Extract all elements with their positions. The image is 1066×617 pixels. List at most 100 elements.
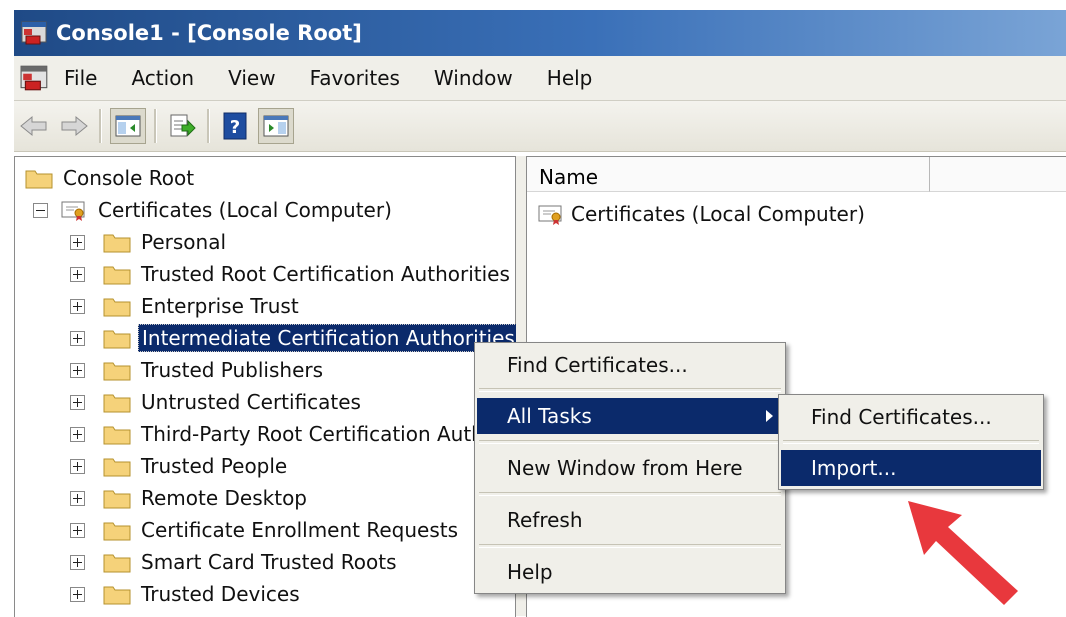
- list-item[interactable]: Certificates (Local Computer): [537, 199, 865, 229]
- tree-label: Trusted Devices: [141, 582, 300, 606]
- folder-icon: [25, 170, 53, 189]
- column-header-extra[interactable]: [930, 157, 1066, 192]
- tree-label: Console Root: [63, 166, 195, 190]
- tree-node-store[interactable]: Trusted Root Certification Authorities: [70, 259, 510, 289]
- folder-icon: [103, 234, 131, 253]
- expand-icon[interactable]: [70, 330, 85, 346]
- folder-icon: [103, 522, 131, 541]
- certificate-snapin-icon: [538, 205, 562, 225]
- back-button[interactable]: [17, 109, 51, 143]
- show-hide-tree-button[interactable]: [110, 108, 146, 144]
- mmc-window: Console1 - [Console Root] File Action Vi…: [0, 0, 1066, 617]
- submenu-arrow-icon: [766, 410, 773, 422]
- tree-label: Remote Desktop: [141, 486, 308, 510]
- tree-node-store[interactable]: Trusted Devices: [70, 579, 300, 609]
- tree-label: Untrusted Certificates: [141, 390, 361, 414]
- show-hide-tree-icon: [115, 115, 141, 137]
- folder-icon: [103, 362, 131, 381]
- folder-icon: [103, 490, 131, 509]
- export-list-button[interactable]: [165, 109, 199, 143]
- tree-node-store[interactable]: Trusted People: [70, 451, 287, 481]
- forward-button[interactable]: [57, 109, 91, 143]
- expand-icon[interactable]: [70, 586, 85, 602]
- show-action-pane-icon: [263, 115, 289, 137]
- expand-icon[interactable]: [70, 426, 85, 442]
- expand-icon[interactable]: [70, 266, 85, 282]
- submenu-item-import[interactable]: Import...: [781, 450, 1041, 486]
- folder-icon: [103, 586, 131, 605]
- tree-label: Certificates (Local Computer): [98, 198, 392, 222]
- red-arrow-icon: [908, 501, 1018, 605]
- expand-icon[interactable]: [70, 490, 85, 506]
- menu-separator: [479, 388, 781, 392]
- svg-text:?: ?: [230, 117, 240, 138]
- column-header-name[interactable]: Name: [527, 157, 930, 192]
- help-icon: ?: [223, 112, 247, 140]
- menu-item-label: All Tasks: [507, 404, 592, 428]
- folder-icon: [103, 426, 131, 445]
- column-header-row: Name: [527, 157, 1066, 193]
- menu-separator: [479, 440, 781, 444]
- tree-label: Intermediate Certification Authorities: [138, 324, 519, 352]
- tree-node-store[interactable]: Trusted Publishers: [70, 355, 323, 385]
- toolbar: ?: [14, 101, 1066, 152]
- tree-node-store-selected[interactable]: Intermediate Certification Authorities: [70, 323, 519, 353]
- tree-label: Trusted Publishers: [141, 358, 324, 382]
- menu-action[interactable]: Action: [114, 66, 211, 90]
- tree-node-store[interactable]: Enterprise Trust: [70, 291, 299, 321]
- mmc-menu-icon[interactable]: [18, 63, 52, 93]
- menu-separator: [479, 544, 781, 548]
- collapse-icon[interactable]: [33, 202, 48, 218]
- back-icon: [20, 115, 47, 137]
- menu-item-find-certificates[interactable]: Find Certificates...: [477, 347, 783, 383]
- expand-icon[interactable]: [70, 298, 85, 314]
- help-button[interactable]: ?: [218, 109, 252, 143]
- menu-help[interactable]: Help: [530, 66, 610, 90]
- folder-icon: [103, 298, 131, 317]
- submenu-item-find-certificates[interactable]: Find Certificates...: [781, 399, 1041, 435]
- menu-bar: File Action View Favorites Window Help: [14, 56, 1066, 101]
- context-menu: Find Certificates... All Tasks New Windo…: [474, 342, 786, 594]
- forward-icon: [61, 115, 88, 137]
- tree-label: Certificate Enrollment Requests: [141, 518, 459, 542]
- title-bar[interactable]: Console1 - [Console Root]: [14, 10, 1066, 56]
- tree-label: Smart Card Trusted Roots: [141, 550, 397, 574]
- tree-node-console-root[interactable]: Console Root: [25, 163, 194, 193]
- menu-item-new-window[interactable]: New Window from Here: [477, 450, 783, 486]
- menu-item-help[interactable]: Help: [477, 554, 783, 590]
- expand-icon[interactable]: [70, 554, 85, 570]
- menu-window[interactable]: Window: [417, 66, 530, 90]
- folder-icon: [103, 394, 131, 413]
- tree-node-store[interactable]: Smart Card Trusted Roots: [70, 547, 397, 577]
- expand-icon[interactable]: [70, 522, 85, 538]
- tree-node-certificates-local[interactable]: Certificates (Local Computer): [33, 195, 392, 225]
- tree-label: Trusted People: [141, 454, 288, 478]
- toolbar-separator: [207, 109, 210, 143]
- tree-label: Third-Party Root Certification Auth: [141, 422, 484, 446]
- folder-icon: [103, 554, 131, 573]
- window-title: Console1 - [Console Root]: [56, 21, 362, 45]
- menu-item-refresh[interactable]: Refresh: [477, 502, 783, 538]
- tree-label: Enterprise Trust: [141, 294, 299, 318]
- tree-node-store[interactable]: Untrusted Certificates: [70, 387, 361, 417]
- tree-node-store[interactable]: Personal: [70, 227, 226, 257]
- tree-node-store[interactable]: Third-Party Root Certification Auth: [70, 419, 484, 449]
- menu-view[interactable]: View: [211, 66, 292, 90]
- expand-icon[interactable]: [70, 234, 85, 250]
- expand-icon[interactable]: [70, 458, 85, 474]
- menu-favorites[interactable]: Favorites: [293, 66, 417, 90]
- menu-item-all-tasks[interactable]: All Tasks: [477, 398, 783, 434]
- menu-file[interactable]: File: [52, 66, 114, 90]
- folder-icon: [103, 266, 131, 285]
- menu-separator: [479, 492, 781, 496]
- folder-icon: [103, 458, 131, 477]
- show-action-pane-button[interactable]: [258, 108, 294, 144]
- console-tree-pane[interactable]: Console Root Certificates (Local Compute…: [14, 156, 519, 617]
- menu-separator: [783, 440, 1039, 444]
- tree-node-store[interactable]: Certificate Enrollment Requests: [70, 515, 458, 545]
- expand-icon[interactable]: [70, 394, 85, 410]
- mmc-app-icon: [21, 21, 47, 45]
- expand-icon[interactable]: [70, 362, 85, 378]
- all-tasks-submenu: Find Certificates... Import...: [778, 394, 1044, 490]
- tree-node-store[interactable]: Remote Desktop: [70, 483, 307, 513]
